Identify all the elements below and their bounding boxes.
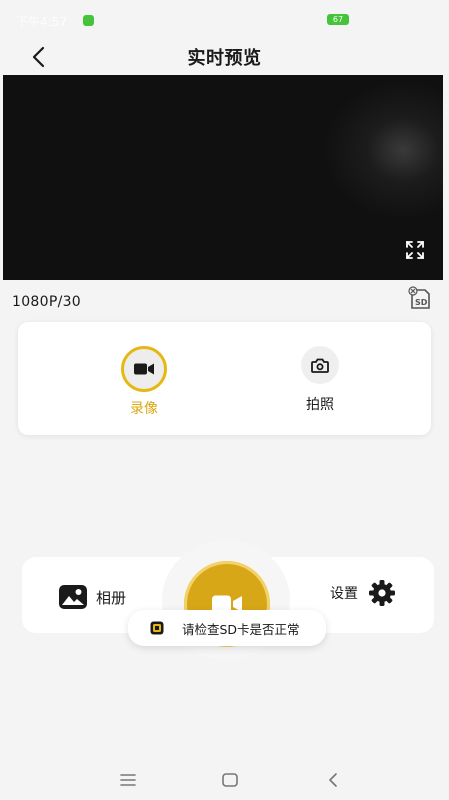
system-back-button[interactable] [323,770,343,790]
app-logo-icon [150,621,164,635]
title-bar: 实时预览 [0,38,449,74]
photo-mode-label: 拍照 [306,397,334,413]
home-button[interactable] [220,770,240,790]
settings-button[interactable]: 设置 [330,579,396,607]
sd-card-status: SD [407,286,433,310]
toast-text: 请检查SD卡是否正常 [182,621,300,637]
status-time: 下午4:57 [16,15,67,29]
fullscreen-button[interactable] [405,240,425,260]
album-button[interactable]: 相册 [58,584,126,610]
home-icon [222,773,238,787]
mode-selector-card: 录像 拍照 [18,322,431,435]
record-mode-button[interactable]: 录像 [104,346,184,418]
status-bar: 下午4:57 67 [0,0,449,38]
svg-text:SD: SD [415,298,428,307]
photo-mode-button[interactable]: 拍照 [280,346,360,414]
record-mode-label: 录像 [130,401,158,417]
settings-label: 设置 [330,586,358,602]
resolution-label: 1080P/30 [12,294,82,310]
menu-icon [120,774,136,786]
album-label: 相册 [96,588,127,607]
fullscreen-icon [406,241,424,259]
recent-apps-button[interactable] [118,770,138,790]
photo-mode-icon-circle [301,346,339,384]
battery-icon: 67 [327,14,349,25]
camera-icon [311,358,329,373]
record-mode-icon-circle [121,346,167,392]
video-camera-icon [134,363,154,375]
sd-card-missing-icon: SD [408,286,430,309]
video-preview[interactable] [3,75,443,280]
system-nav-bar [0,762,449,800]
back-icon [329,773,337,787]
app-notification-icon [83,15,94,26]
page-title: 实时预览 [187,48,262,69]
album-icon [59,585,87,609]
toast-message: 请检查SD卡是否正常 [128,610,326,646]
gear-icon [369,580,395,606]
